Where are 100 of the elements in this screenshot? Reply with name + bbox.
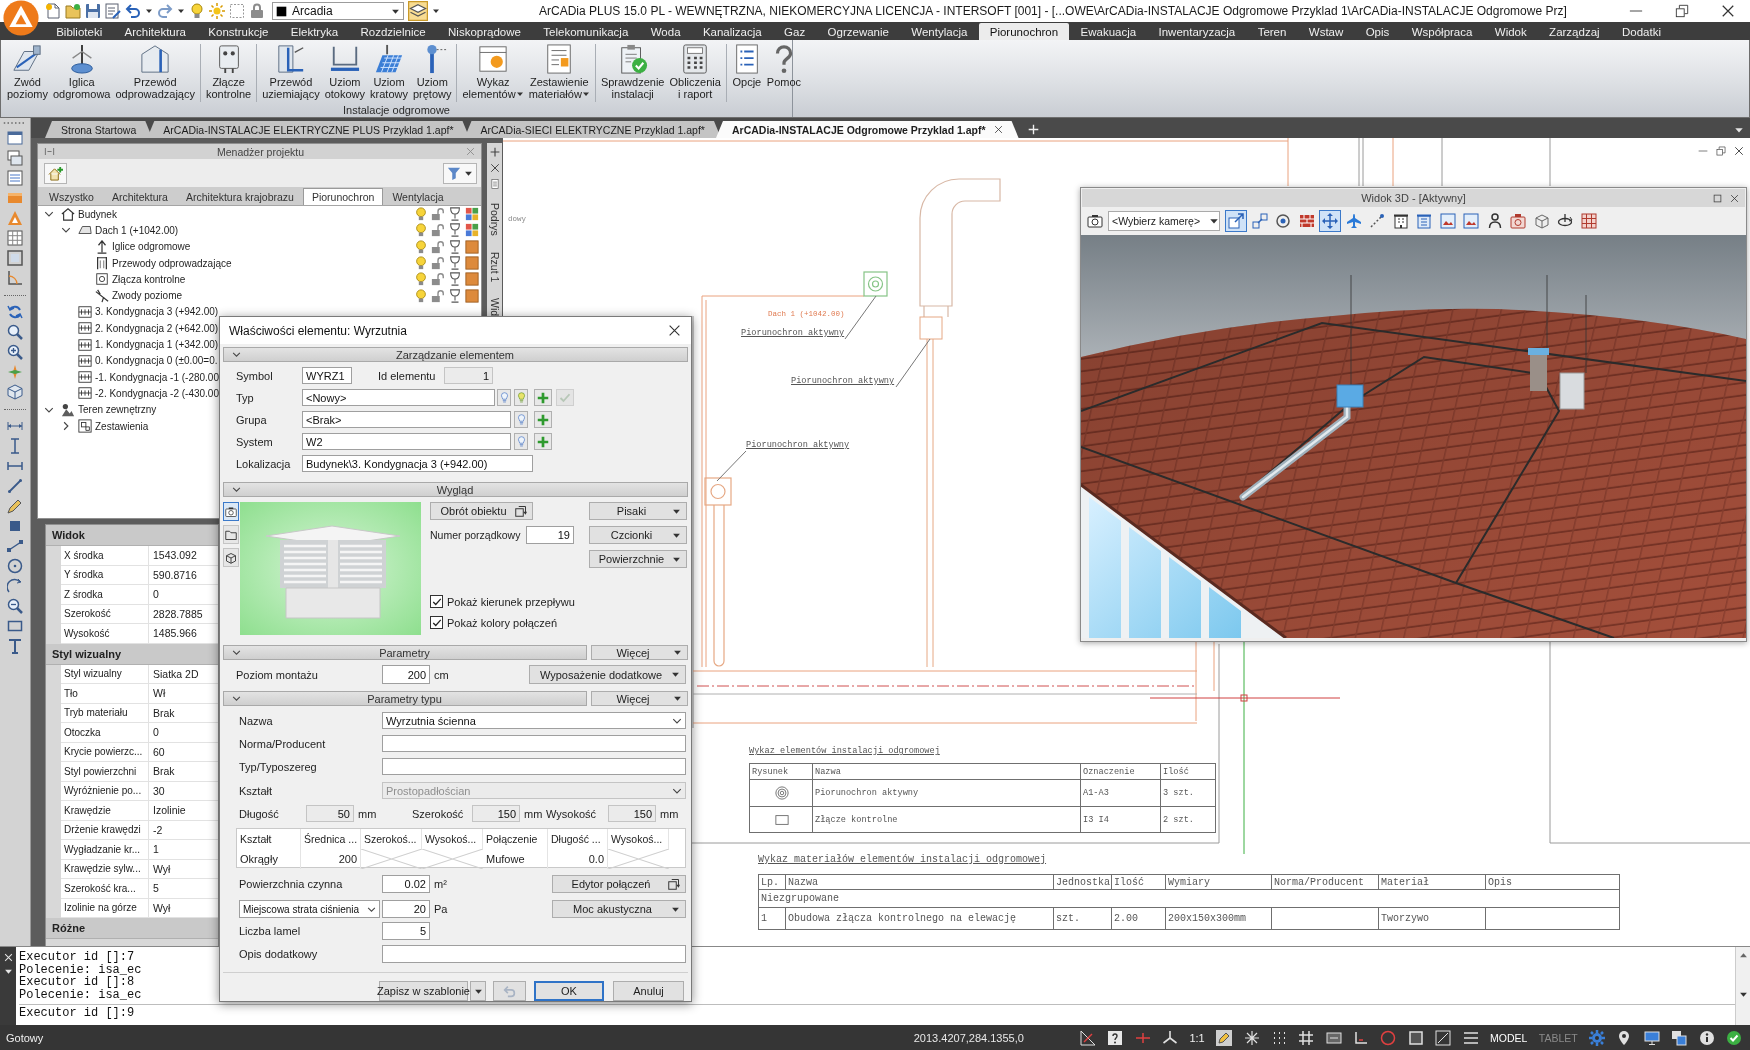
close-icon[interactable]	[993, 125, 1003, 134]
view-tab[interactable]	[223, 525, 239, 544]
maximize-icon[interactable]	[1713, 193, 1722, 203]
line-icon[interactable]	[7, 538, 23, 554]
tree-item[interactable]: Przewody odprowadzające	[112, 257, 232, 269]
ribbon-button[interactable]: Obliczenia i raport	[668, 44, 722, 100]
menu-tab[interactable]: Teren	[1246, 23, 1298, 40]
ribbon-button[interactable]: Pomoc	[765, 44, 803, 88]
cancel-button[interactable]: Anuluj	[613, 981, 684, 1001]
ribbon-button[interactable]: Przewód uziemiający	[261, 44, 321, 100]
property-value[interactable]: 1	[149, 840, 218, 859]
tree-item[interactable]: Iglice odgromowe	[112, 241, 191, 253]
padlock-icon[interactable]	[431, 239, 445, 254]
ok-button[interactable]: OK	[534, 981, 604, 1001]
menu-tab[interactable]: Architektura	[113, 23, 198, 40]
cube-icon[interactable]	[7, 384, 23, 400]
dotted-square-icon[interactable]	[229, 3, 245, 19]
checkbox[interactable]	[430, 616, 443, 629]
mode-toggle[interactable]: MODEL	[1490, 1031, 1528, 1044]
property-value[interactable]: 590.8716	[149, 565, 218, 584]
input-field[interactable]	[382, 758, 686, 775]
snap-icon[interactable]	[1243, 1029, 1260, 1046]
property-value[interactable]: Wył	[149, 859, 218, 878]
menu-tab[interactable]: Współpraca	[1400, 23, 1484, 40]
group-field[interactable]: <Brak>	[302, 411, 511, 428]
camera-dropdown[interactable]: <Wybierz kamerę>	[1108, 211, 1220, 231]
menu-button[interactable]: Moc akustyczna	[552, 900, 686, 918]
color-swatch-icon[interactable]	[465, 256, 479, 271]
chevron-right-icon[interactable]	[61, 421, 71, 431]
tree-item[interactable]: Budynek	[78, 208, 117, 220]
type-field[interactable]: <Nowy>	[302, 389, 495, 406]
property-value[interactable]: 0	[149, 585, 218, 604]
ruler-angle-icon[interactable]	[1079, 1029, 1096, 1046]
dropdown-button[interactable]	[470, 981, 486, 1001]
pressure-loss-field[interactable]: 20	[382, 900, 430, 918]
menu-tab[interactable]: Wentylacja	[900, 23, 979, 40]
circle-icon[interactable]	[7, 558, 23, 574]
palette-icon[interactable]	[465, 223, 479, 238]
plus-icon[interactable]	[489, 147, 500, 157]
grip-icon[interactable]	[44, 146, 55, 157]
property-value[interactable]: 1543.092	[149, 546, 218, 565]
menu-tab[interactable]: Wstaw	[1297, 23, 1355, 40]
order-number-field[interactable]: 19	[526, 526, 574, 544]
tab[interactable]: Wszystko	[40, 188, 103, 205]
monitor-icon[interactable]	[1643, 1029, 1660, 1046]
rotate-icon[interactable]	[7, 304, 23, 320]
ribbon-button[interactable]: Sprawdzenie instalacji	[599, 44, 666, 100]
check-icon[interactable]	[1726, 1029, 1742, 1046]
goblet-icon[interactable]	[448, 223, 462, 238]
property-value[interactable]: -2	[149, 820, 218, 839]
menu-tab[interactable]: Inwentaryzacja	[1147, 23, 1247, 40]
tree-item[interactable]: -2. Kondygnacja -2 (-430.00	[95, 387, 219, 399]
save-template-button[interactable]: Zapisz w szablonie	[379, 981, 468, 1001]
square-icon[interactable]	[7, 518, 23, 534]
restore-icon[interactable]	[1675, 4, 1689, 18]
style-dropdown[interactable]: Arcadia	[272, 2, 404, 20]
diagonal-line-icon[interactable]	[7, 478, 23, 494]
view-tab[interactable]	[223, 548, 239, 567]
tree-item[interactable]: 0. Kondygnacja 0 (±0.00=0.	[95, 355, 218, 367]
add-button[interactable]	[534, 389, 552, 406]
property-value[interactable]: Izolinie	[149, 801, 218, 820]
scale-button[interactable]: 1:1	[1189, 1031, 1205, 1044]
menu-tab[interactable]: Piorunochron	[978, 23, 1070, 40]
command-input[interactable]: Executor id []:9	[19, 1004, 1735, 1020]
menu-tab[interactable]: Woda	[639, 23, 692, 40]
property-value[interactable]: 0	[149, 723, 218, 742]
property-value[interactable]: 1485.966	[149, 624, 218, 643]
ortho-icon[interactable]	[1353, 1029, 1370, 1046]
zoom-out-icon[interactable]	[7, 598, 23, 614]
menu-button[interactable]: Pisaki	[589, 502, 687, 520]
app-logo[interactable]	[3, 0, 39, 36]
zoom-in-icon[interactable]	[7, 344, 23, 360]
document-tab[interactable]: ArCADia-SIECI ELEKTRYCZNE Przyklad 1.apf*	[464, 121, 721, 138]
menu-button[interactable]: Powierzchnie	[589, 550, 687, 568]
add-button[interactable]	[534, 411, 552, 428]
menu-button[interactable]: Wyposażenie dodatkowe	[529, 665, 686, 684]
layers-icon[interactable]	[7, 150, 23, 166]
menu-tab[interactable]: Opis	[1354, 23, 1401, 40]
ribbon-button[interactable]: Uziom otokowy	[323, 44, 367, 100]
windows-icon[interactable]	[1671, 1029, 1688, 1046]
padlock-icon[interactable]	[249, 3, 265, 19]
tree-item[interactable]: 3. Kondygnacja 3 (+942.00)	[95, 306, 219, 318]
menu-tab[interactable]: Ewakuacja	[1069, 23, 1148, 40]
close-icon[interactable]	[668, 324, 681, 337]
help-box-icon[interactable]	[1107, 1029, 1124, 1046]
name-dropdown[interactable]: Wyrzutnia ścienna	[382, 712, 686, 729]
ribbon-button[interactable]: Przewód odprowadzający	[114, 44, 196, 100]
side-tab[interactable]: Podrys	[488, 203, 501, 236]
scroll-down-icon[interactable]	[1738, 990, 1748, 999]
goblet-icon[interactable]	[448, 239, 462, 254]
menu-tab[interactable]: Rozdzielnice	[349, 23, 437, 40]
menu-tab[interactable]: Zarządzaj	[1537, 23, 1611, 40]
bulb-icon[interactable]	[414, 223, 428, 238]
section-header[interactable]: Parametry typu	[223, 691, 587, 706]
menu-tab[interactable]: Telekomunikacja	[532, 23, 640, 40]
layers-icon[interactable]	[408, 1, 428, 21]
camera-icon[interactable]	[1087, 213, 1103, 229]
menu-tab[interactable]: Niskoprądowe	[436, 23, 533, 40]
goblet-icon[interactable]	[448, 256, 462, 271]
location-field[interactable]: Budynek\3. Kondygnacja 3 (+942.00)	[302, 455, 533, 472]
